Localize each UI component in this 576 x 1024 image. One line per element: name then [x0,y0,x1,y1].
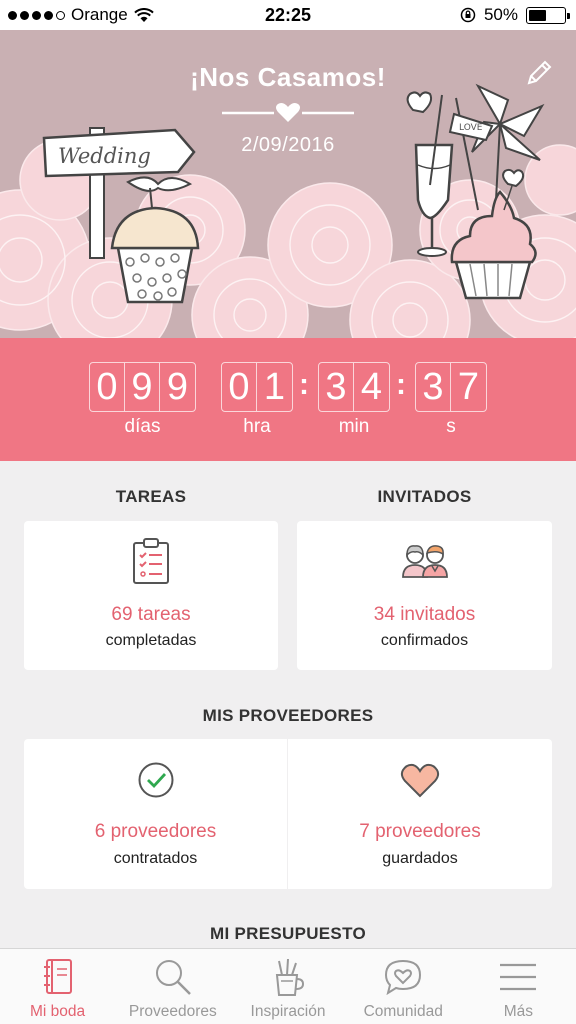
saved-providers-card[interactable]: 7 proveedores guardados [288,739,552,889]
tab-mas[interactable]: Más [461,949,576,1024]
status-right: 50% [460,5,570,25]
tasks-subtitle: completadas [105,632,197,649]
budget-title: MI PRESUPUESTO [210,924,366,943]
heart-divider-icon [222,103,354,122]
clipboard-checklist-icon [133,538,169,584]
love-flag-text: LOVE [459,123,483,133]
hired-providers-subtitle: contratados [113,850,198,867]
guests-card[interactable]: 34 invitados confirmados [297,521,552,670]
search-icon [155,960,191,995]
guests-count: 34 invitados [373,604,476,625]
tab-label: Mi boda [30,1003,86,1020]
guests-title: INVITADOS [377,487,472,506]
tasks-card[interactable]: 69 tareas completadas [24,521,278,670]
status-bar: Orange 22:25 50% [0,0,576,30]
heart-chat-icon [385,959,422,996]
tasks-title: TAREAS [115,487,187,506]
countdown-timer: 0 9 9 0 1 : 3 4 : 3 7 días hra min s [0,338,576,461]
pencil-cup-icon [275,958,305,996]
hired-providers-card[interactable]: 6 proveedores contratados [24,739,287,889]
saved-providers-count: 7 proveedores [359,821,481,842]
tab-bar: Mi boda Proveedores Inspiración Comunida… [0,948,576,1024]
hired-providers-count: 6 proveedores [94,821,217,842]
providers-title: MIS PROVEEDORES [202,706,374,725]
countdown-label-hours: hra [243,416,271,437]
edit-pencil-icon[interactable] [524,58,554,88]
heart-icon [400,763,440,798]
rotation-lock-icon [460,7,476,23]
hero-title: ¡Nos Casamos! [190,62,386,92]
countdown-days: 0 9 9 [89,362,196,412]
countdown-digit: 1 [263,365,286,408]
countdown-digit: 0 [90,363,125,411]
tab-label: Inspiración [250,1003,326,1020]
countdown-digit: 7 [457,365,480,408]
hero-banner: Wedding LOVE ¡Nos Casamos! 2/09/2016 [0,30,576,338]
wedding-date: 2/09/2016 [241,134,335,156]
tab-proveedores[interactable]: Proveedores [115,949,230,1024]
countdown-separator: : [396,368,406,401]
check-circle-icon [138,762,173,798]
countdown-separator: : [299,368,309,401]
tab-mi-boda[interactable]: Mi boda [0,949,115,1024]
countdown-digit: 4 [360,365,383,408]
battery-percent: 50% [483,5,518,24]
guests-subtitle: confirmados [380,632,469,649]
tab-comunidad[interactable]: Comunidad [346,949,461,1024]
countdown-digit: 3 [319,363,354,411]
battery-icon [526,6,570,24]
countdown-minutes: 3 4 [318,362,390,412]
countdown-digit: 9 [166,365,189,408]
countdown-label-seconds: s [446,416,456,437]
tab-label: Comunidad [363,1003,443,1020]
saved-providers-subtitle: guardados [382,850,458,867]
couple-icon [401,545,448,578]
tasks-count: 69 tareas [111,604,191,625]
countdown-digit: 3 [416,363,451,411]
countdown-digit: 0 [222,363,257,411]
countdown-label-days: días [124,416,161,437]
tab-inspiracion[interactable]: Inspiración [230,949,345,1024]
notebook-icon [43,959,72,994]
tab-label: Más [503,1003,534,1020]
countdown-label-minutes: min [338,416,370,437]
countdown-hours: 0 1 [221,362,293,412]
countdown-seconds: 3 7 [415,362,487,412]
menu-icon [500,963,537,991]
tab-label: Proveedores [128,1003,217,1020]
countdown-digit: 9 [125,363,160,411]
